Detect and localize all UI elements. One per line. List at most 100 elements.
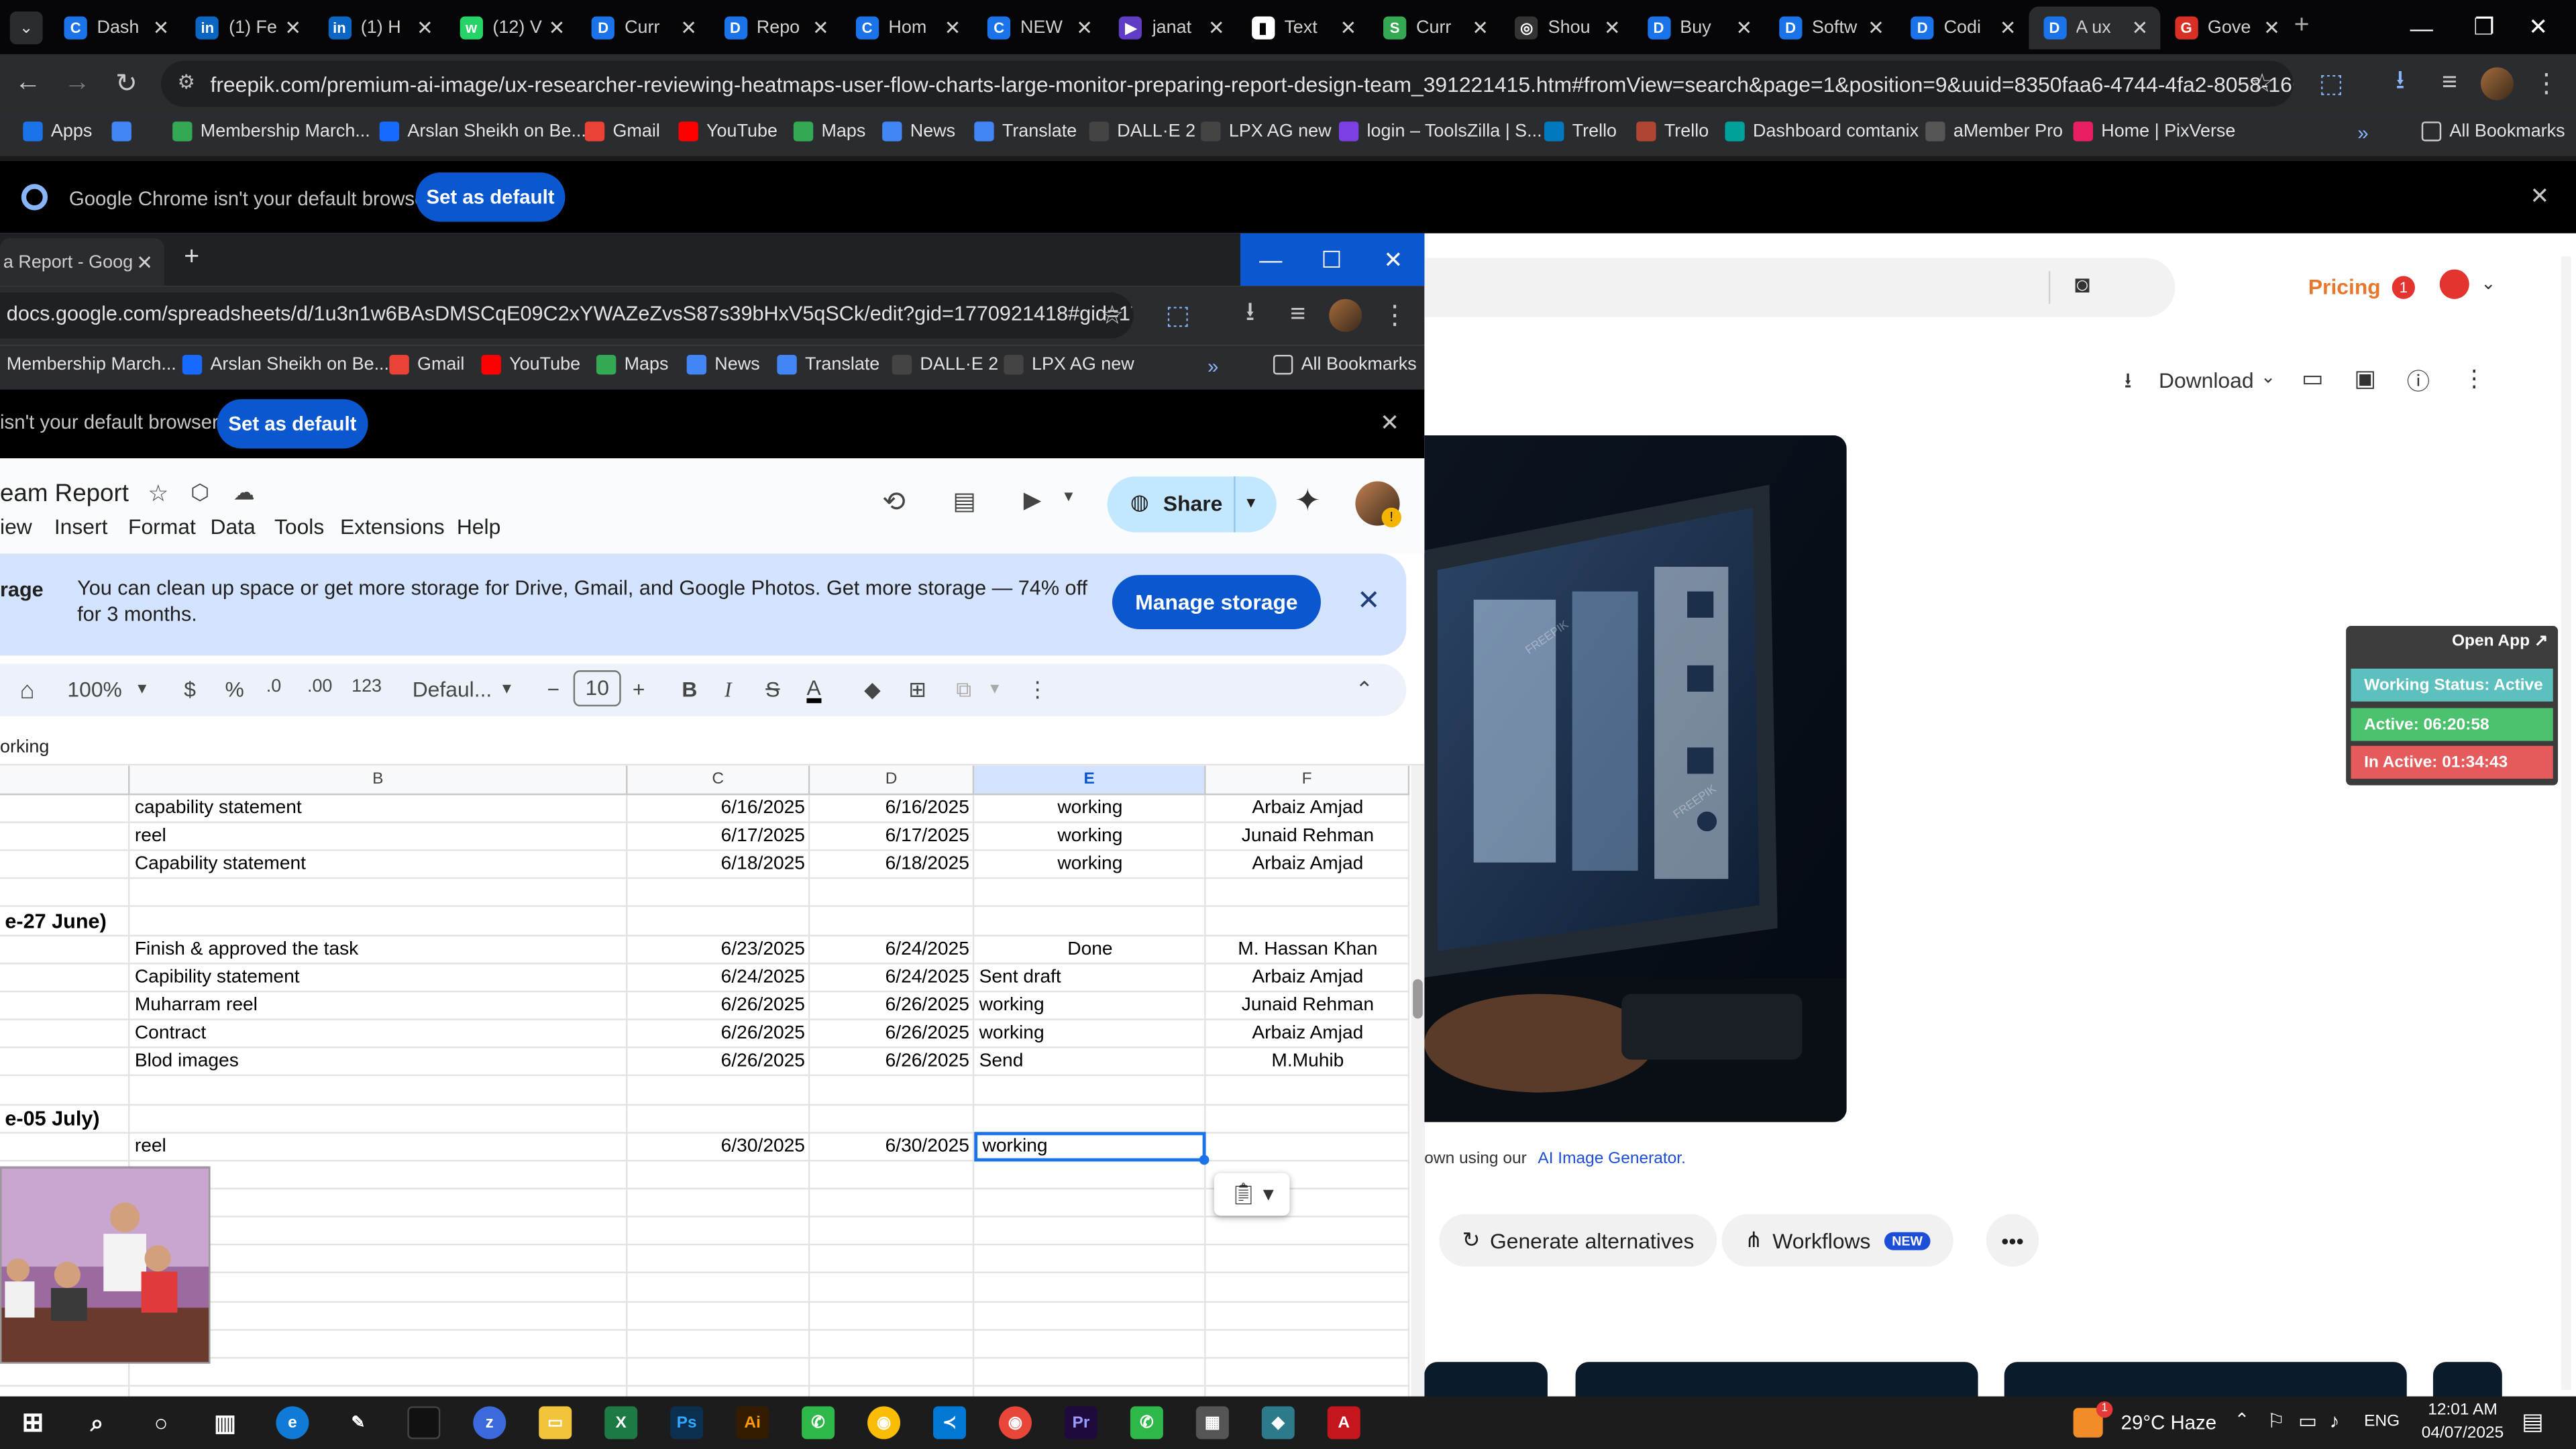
- cell-d[interactable]: [810, 1077, 974, 1105]
- more-tools-icon[interactable]: ⋮: [1027, 677, 1049, 703]
- cell-a[interactable]: [0, 823, 129, 851]
- table-row[interactable]: Capibility statement 6/24/2025 6/24/2025 Se…: [0, 964, 1410, 992]
- cell-c[interactable]: 6/24/2025: [628, 964, 810, 992]
- cell-e[interactable]: Done: [974, 936, 1205, 964]
- cell-b[interactable]: Capability statement: [129, 851, 627, 879]
- table-row[interactable]: [0, 1274, 1410, 1302]
- cloud-status-icon[interactable]: ☁: [233, 480, 255, 506]
- media-icon[interactable]: ≡: [2431, 66, 2467, 102]
- browser-tab[interactable]: ◎ Shou ✕: [1501, 7, 1632, 50]
- downloads-icon[interactable]: ⭳: [1232, 297, 1269, 333]
- weather-text[interactable]: 29°C Haze: [2121, 1411, 2216, 1434]
- manage-storage-button[interactable]: Manage storage: [1112, 575, 1321, 629]
- share-button[interactable]: ◍ Share ▼: [1107, 476, 1277, 533]
- app-icon[interactable]: ◆: [1261, 1406, 1295, 1440]
- column-header[interactable]: B: [129, 765, 628, 796]
- more-options-icon[interactable]: ⋮: [2463, 365, 2485, 393]
- table-row[interactable]: capability statement 6/16/2025 6/16/2025 wo…: [0, 795, 1410, 823]
- vscode-icon[interactable]: ≺: [933, 1406, 967, 1440]
- cell-d[interactable]: [810, 1218, 974, 1246]
- close-tab-icon[interactable]: ✕: [809, 16, 832, 39]
- column-header[interactable]: F: [1205, 765, 1410, 796]
- cell-f[interactable]: [1206, 1274, 1410, 1302]
- table-row[interactable]: Finish & approved the task 6/23/2025 6/24/…: [0, 936, 1410, 964]
- cell-f[interactable]: M.Muhib: [1206, 1049, 1410, 1077]
- menu-kebab-icon[interactable]: ⋮: [2528, 66, 2565, 102]
- cell-f[interactable]: [1206, 1218, 1410, 1246]
- pricing-link[interactable]: Pricing: [2308, 274, 2381, 299]
- menu-item[interactable]: Format: [128, 515, 196, 539]
- floating-video-preview[interactable]: [0, 1166, 211, 1364]
- text-color-button[interactable]: A: [806, 677, 821, 704]
- cell-b[interactable]: Capibility statement: [129, 964, 627, 992]
- cell-e[interactable]: [974, 1189, 1205, 1218]
- cell-e[interactable]: [974, 1105, 1205, 1133]
- column-header[interactable]: D: [810, 765, 975, 796]
- cell-a[interactable]: [0, 1020, 129, 1049]
- grid-scroll-thumb[interactable]: [1413, 979, 1423, 1019]
- table-row[interactable]: reel 6/17/2025 6/17/2025 working Junaid Rehm…: [0, 823, 1410, 851]
- media-icon[interactable]: ≡: [1280, 297, 1316, 333]
- search-icon[interactable]: ⌕: [80, 1406, 113, 1439]
- cell-f[interactable]: Junaid Rehman: [1206, 823, 1410, 851]
- cell-c[interactable]: [628, 1189, 810, 1218]
- cell-e[interactable]: [974, 1302, 1205, 1330]
- cell-d[interactable]: [810, 1358, 974, 1387]
- bookmark-item[interactable]: News: [882, 121, 955, 142]
- cell-a[interactable]: [0, 992, 129, 1020]
- cell-f[interactable]: [1206, 1105, 1410, 1133]
- cell-b[interactable]: [129, 908, 627, 936]
- bookmark-star-icon[interactable]: ☆: [1094, 297, 1130, 333]
- increase-decimal-button[interactable]: .00: [307, 677, 332, 696]
- cell-e[interactable]: Sent draft: [974, 964, 1205, 992]
- cell-a[interactable]: [0, 851, 129, 879]
- table-row[interactable]: [0, 1218, 1410, 1246]
- grid-scrollbar[interactable]: [1411, 765, 1425, 1397]
- inner-address-bar[interactable]: docs.google.com/spreadsheets/d/1u3n1w6BA…: [0, 292, 1134, 339]
- cell-c[interactable]: [628, 1077, 810, 1105]
- cell-e[interactable]: working: [974, 851, 1205, 879]
- share-chevron-icon[interactable]: ▼: [1244, 494, 1258, 511]
- browser-tab[interactable]: C Hom ✕: [841, 7, 972, 50]
- currency-format-button[interactable]: $: [184, 677, 196, 702]
- cell-e[interactable]: working: [974, 1131, 1206, 1161]
- cell-d[interactable]: 6/18/2025: [810, 851, 974, 879]
- cell-f[interactable]: [1206, 1246, 1410, 1274]
- cell-e[interactable]: [974, 1246, 1205, 1274]
- browser-tab[interactable]: D Repo ✕: [709, 7, 841, 50]
- cell-b[interactable]: reel: [129, 1133, 627, 1161]
- collection-icon[interactable]: ▣: [2354, 365, 2375, 393]
- menu-item[interactable]: Extensions: [340, 515, 445, 539]
- close-tab-icon[interactable]: ✕: [1468, 16, 1491, 39]
- table-row[interactable]: [0, 1077, 1410, 1105]
- close-tab-icon[interactable]: ✕: [941, 16, 964, 39]
- cell-e[interactable]: [974, 908, 1205, 936]
- cell-f[interactable]: Arbaiz Amjad: [1206, 795, 1410, 823]
- cell-f[interactable]: [1206, 1077, 1410, 1105]
- bookmark-item[interactable]: Translate: [974, 121, 1077, 142]
- cell-d[interactable]: 6/26/2025: [810, 1020, 974, 1049]
- volume-icon[interactable]: ♪: [2330, 1409, 2340, 1432]
- cell-c[interactable]: 6/23/2025: [628, 936, 810, 964]
- bookmark-item[interactable]: Home | PixVerse: [2073, 121, 2235, 142]
- ai-generator-link[interactable]: AI Image Generator.: [1538, 1150, 1686, 1168]
- folder-icon[interactable]: ▭: [2302, 365, 2323, 393]
- bookmark-item[interactable]: Gmail: [389, 354, 464, 375]
- hero-image[interactable]: FREEPIK FREEPIK: [1424, 435, 1847, 1122]
- cell-e[interactable]: Send: [974, 1049, 1205, 1077]
- bookmark-item[interactable]: LPX AG new: [1201, 121, 1332, 142]
- workflows-button[interactable]: ⋔ Workflows NEW: [1721, 1214, 1954, 1267]
- cell-e[interactable]: [974, 1077, 1205, 1105]
- all-bookmarks[interactable]: All Bookmarks: [2421, 121, 2565, 142]
- browser-tab[interactable]: G Gove ✕: [2160, 7, 2292, 50]
- site-info-icon[interactable]: ⚙: [177, 70, 195, 93]
- user-avatar[interactable]: [2439, 269, 2469, 299]
- cell-a[interactable]: e-27 June): [0, 908, 129, 936]
- edge-icon[interactable]: e: [276, 1406, 309, 1440]
- download-button[interactable]: Download: [2159, 368, 2254, 393]
- calculator-icon[interactable]: ▦: [1195, 1406, 1229, 1440]
- close-tab-icon[interactable]: ✕: [1864, 16, 1887, 39]
- cell-d[interactable]: [810, 1302, 974, 1330]
- cell-a[interactable]: [0, 1133, 129, 1161]
- cortana-icon[interactable]: ○: [145, 1406, 178, 1439]
